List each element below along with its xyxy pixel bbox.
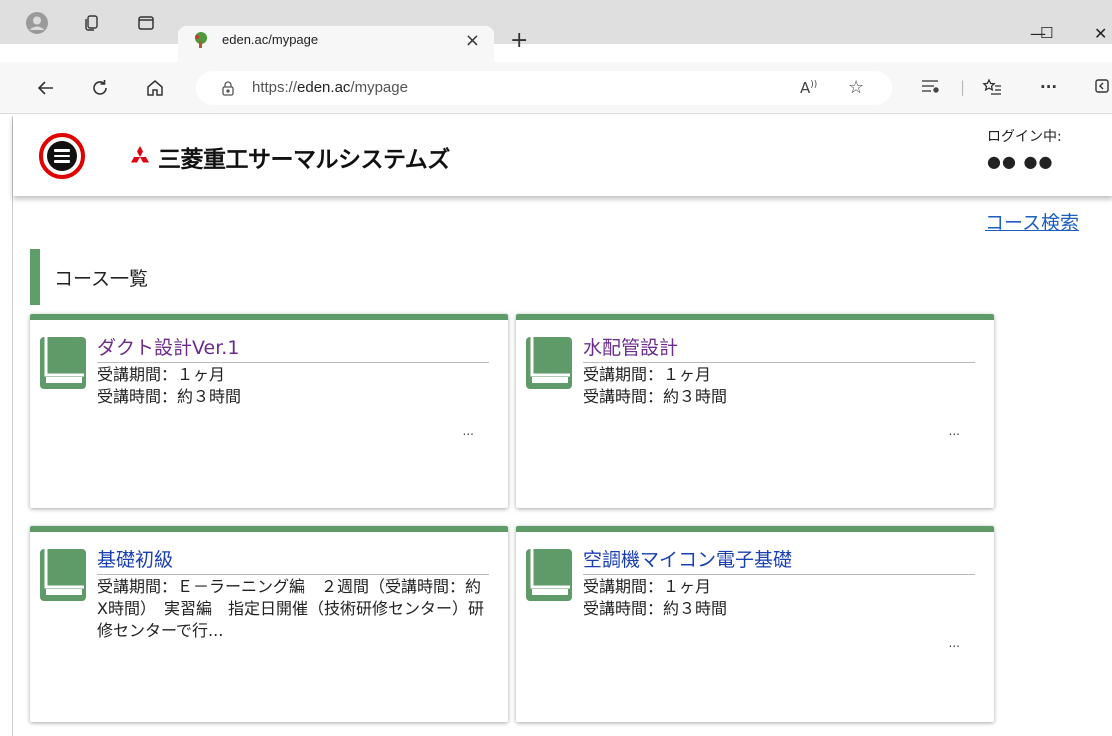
tab-close-icon[interactable]: ×: [465, 30, 480, 51]
toolbar-divider: |: [960, 78, 966, 96]
favorites-icon[interactable]: [982, 78, 1002, 100]
menu-button[interactable]: [39, 133, 85, 179]
course-title-link[interactable]: 水配管設計: [583, 333, 975, 363]
browser-toolbar: https://eden.ac/mypage A)) ☆ | ···: [0, 62, 1112, 114]
course-card[interactable]: 基礎初級 受講期間：Ｅ－ラーニング編 ２週間（受講時間：約X時間） 実習編 指定…: [30, 526, 508, 722]
book-icon: [40, 335, 88, 395]
course-more-indicator[interactable]: ...: [949, 424, 960, 438]
url-text: https://eden.ac/mypage: [252, 79, 408, 96]
back-arrow-icon[interactable]: [34, 76, 58, 100]
course-card[interactable]: ダクト設計Ver.1 受講期間：１ヶ月 受講時間：約３時間 ...: [30, 314, 508, 508]
course-search-link[interactable]: コース検索: [985, 208, 1079, 235]
tab-actions-icon[interactable]: [135, 12, 157, 34]
course-title-link[interactable]: 空調機マイコン電子基礎: [583, 545, 975, 575]
refresh-icon[interactable]: [88, 76, 112, 100]
browser-titlebar: eden.ac/mypage × + — ☐ ✕: [0, 0, 1112, 62]
mitsubishi-logo-icon: [131, 146, 149, 163]
workspaces-icon[interactable]: [80, 12, 102, 34]
course-card[interactable]: 空調機マイコン電子基礎 受講期間：１ヶ月 受講時間：約３時間 ...: [516, 526, 994, 722]
course-card[interactable]: 水配管設計 受講期間：１ヶ月 受講時間：約３時間 ...: [516, 314, 994, 508]
book-icon: [526, 335, 574, 395]
home-icon[interactable]: [143, 76, 167, 100]
maximize-button[interactable]: ☐: [1040, 24, 1053, 42]
browser-tab[interactable]: eden.ac/mypage ×: [178, 26, 494, 62]
tab-title: eden.ac/mypage: [222, 32, 319, 47]
course-title-link[interactable]: ダクト設計Ver.1: [97, 333, 489, 363]
new-tab-button[interactable]: +: [510, 28, 528, 53]
reading-view-icon[interactable]: [920, 78, 940, 98]
sidebar-toggle-icon[interactable]: [1094, 78, 1110, 98]
section-title: コース一覧: [30, 249, 148, 305]
course-description: 受講期間：１ヶ月 受講時間：約３時間: [583, 365, 728, 406]
site-header: 三菱重工サーマルシステムズ ログイン中: ●● ●●: [13, 116, 1112, 196]
book-icon: [40, 547, 88, 607]
course-title-link[interactable]: 基礎初級: [97, 545, 489, 575]
hamburger-menu-icon: [47, 141, 77, 171]
read-aloud-icon[interactable]: A)): [800, 79, 817, 97]
favorite-star-icon[interactable]: ☆: [848, 77, 864, 98]
company-logo[interactable]: 三菱重工サーマルシステムズ: [128, 140, 450, 174]
profile-icon[interactable]: [26, 12, 48, 34]
course-more-indicator[interactable]: ...: [949, 636, 960, 650]
site-favicon-icon: [192, 31, 210, 49]
page-content: 三菱重工サーマルシステムズ ログイン中: ●● ●● コース検索 コース一覧 ダ…: [12, 116, 1112, 736]
brand-name: 三菱重工サーマルシステムズ: [158, 147, 450, 173]
more-menu-icon[interactable]: ···: [1040, 78, 1057, 96]
book-icon: [526, 547, 574, 607]
course-description: 受講期間：Ｅ－ラーニング編 ２週間（受講時間：約X時間） 実習編 指定日開催（技…: [97, 577, 484, 640]
course-description: 受講期間：１ヶ月 受講時間：約３時間: [583, 577, 728, 618]
lock-icon[interactable]: [220, 80, 236, 96]
close-window-button[interactable]: ✕: [1094, 24, 1107, 43]
login-status-label: ログイン中:: [987, 129, 1062, 145]
section-title-text: コース一覧: [54, 267, 149, 290]
address-bar[interactable]: https://eden.ac/mypage A)) ☆: [196, 71, 892, 105]
login-user-name: ●● ●●: [987, 152, 1054, 171]
course-more-indicator[interactable]: ...: [463, 424, 474, 438]
course-description: 受講期間：１ヶ月 受講時間：約３時間: [97, 365, 242, 406]
